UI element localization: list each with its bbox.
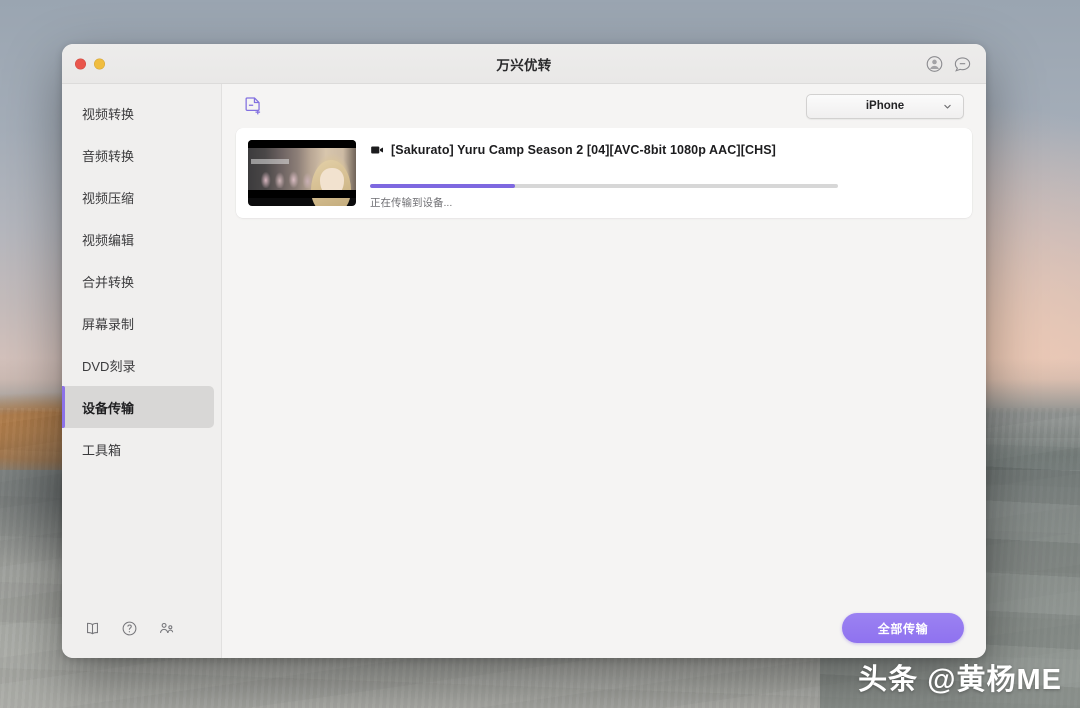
sidebar: 视频转换 音频转换 视频压缩 视频编辑 合并转换 屏幕录制 DVD刻录 设备传输… bbox=[62, 84, 222, 658]
sidebar-item-screen-record[interactable]: 屏幕录制 bbox=[62, 302, 214, 344]
sidebar-item-label: 音频转换 bbox=[82, 148, 135, 164]
window-title: 万兴优转 bbox=[496, 57, 552, 73]
help-icon[interactable] bbox=[121, 620, 138, 637]
title-bar: 万兴优转 bbox=[62, 44, 986, 84]
file-list: [Sakurato] Yuru Camp Season 2 [04][AVC-8… bbox=[222, 128, 986, 598]
desktop-background: 万兴优转 视频转换 音频转换 视频压缩 视频编辑 合并转换 屏幕录制 DVD刻录… bbox=[0, 0, 1080, 708]
device-select-value: iPhone bbox=[865, 100, 905, 112]
thumbnail-letterbox-bottom bbox=[248, 190, 356, 198]
sidebar-item-audio-convert[interactable]: 音频转换 bbox=[62, 134, 214, 176]
sidebar-item-label: 视频转换 bbox=[82, 106, 135, 122]
sidebar-item-label: 设备传输 bbox=[82, 400, 135, 416]
window-body: 视频转换 音频转换 视频压缩 视频编辑 合并转换 屏幕录制 DVD刻录 设备传输… bbox=[62, 84, 986, 658]
community-icon[interactable] bbox=[158, 620, 175, 637]
thumbnail-letterbox-top bbox=[248, 140, 356, 148]
watermark: 头条 @黄杨ME bbox=[858, 664, 1062, 696]
transfer-status-text: 正在传输到设备... bbox=[370, 197, 453, 209]
transfer-progress-track bbox=[370, 184, 838, 188]
sidebar-item-label: 屏幕录制 bbox=[82, 316, 135, 332]
file-transfer-card[interactable]: [Sakurato] Yuru Camp Season 2 [04][AVC-8… bbox=[236, 128, 972, 218]
add-file-icon[interactable] bbox=[240, 93, 266, 119]
thumbnail-subtitle-strip bbox=[251, 159, 289, 164]
main-footer: 全部传输 bbox=[222, 598, 986, 658]
sidebar-item-label: 视频编辑 bbox=[82, 232, 135, 248]
main-content: iPhone [Sakurato] Yuru Camp Season 2 [04… bbox=[222, 84, 986, 658]
book-icon[interactable] bbox=[84, 620, 101, 637]
close-window-button[interactable] bbox=[75, 58, 86, 69]
chevron-down-icon bbox=[944, 104, 951, 109]
sidebar-item-label: DVD刻录 bbox=[82, 358, 136, 374]
video-thumbnail bbox=[248, 140, 356, 206]
sidebar-item-label: 视频压缩 bbox=[82, 190, 135, 206]
sidebar-item-dvd-burn[interactable]: DVD刻录 bbox=[62, 344, 214, 386]
file-info: [Sakurato] Yuru Camp Season 2 [04][AVC-8… bbox=[356, 140, 960, 210]
sidebar-item-video-convert[interactable]: 视频转换 bbox=[62, 92, 214, 134]
transfer-all-button[interactable]: 全部传输 bbox=[842, 613, 964, 643]
sidebar-item-toolbox[interactable]: 工具箱 bbox=[62, 428, 214, 470]
sidebar-item-device-transfer[interactable]: 设备传输 bbox=[62, 386, 214, 428]
sidebar-item-label: 合并转换 bbox=[82, 274, 135, 290]
sidebar-item-merge-convert[interactable]: 合并转换 bbox=[62, 260, 214, 302]
thumbnail-crowd bbox=[260, 162, 318, 188]
window-controls[interactable] bbox=[75, 58, 124, 69]
file-name: [Sakurato] Yuru Camp Season 2 [04][AVC-8… bbox=[391, 143, 776, 157]
minimize-window-button[interactable] bbox=[94, 58, 105, 69]
main-toolbar: iPhone bbox=[222, 84, 986, 128]
device-select[interactable]: iPhone bbox=[806, 93, 964, 119]
sidebar-item-video-compress[interactable]: 视频压缩 bbox=[62, 176, 214, 218]
file-name-row: [Sakurato] Yuru Camp Season 2 [04][AVC-8… bbox=[370, 143, 960, 157]
feedback-message-icon[interactable] bbox=[953, 54, 972, 73]
transfer-progress-fill bbox=[370, 184, 516, 188]
sidebar-item-label: 工具箱 bbox=[82, 442, 122, 458]
app-window: 万兴优转 视频转换 音频转换 视频压缩 视频编辑 合并转换 屏幕录制 DVD刻录… bbox=[62, 44, 986, 658]
account-avatar-icon[interactable] bbox=[925, 54, 944, 73]
sidebar-item-video-edit[interactable]: 视频编辑 bbox=[62, 218, 214, 260]
sidebar-footer bbox=[62, 598, 221, 658]
titlebar-actions bbox=[925, 54, 972, 73]
video-icon bbox=[371, 146, 384, 154]
